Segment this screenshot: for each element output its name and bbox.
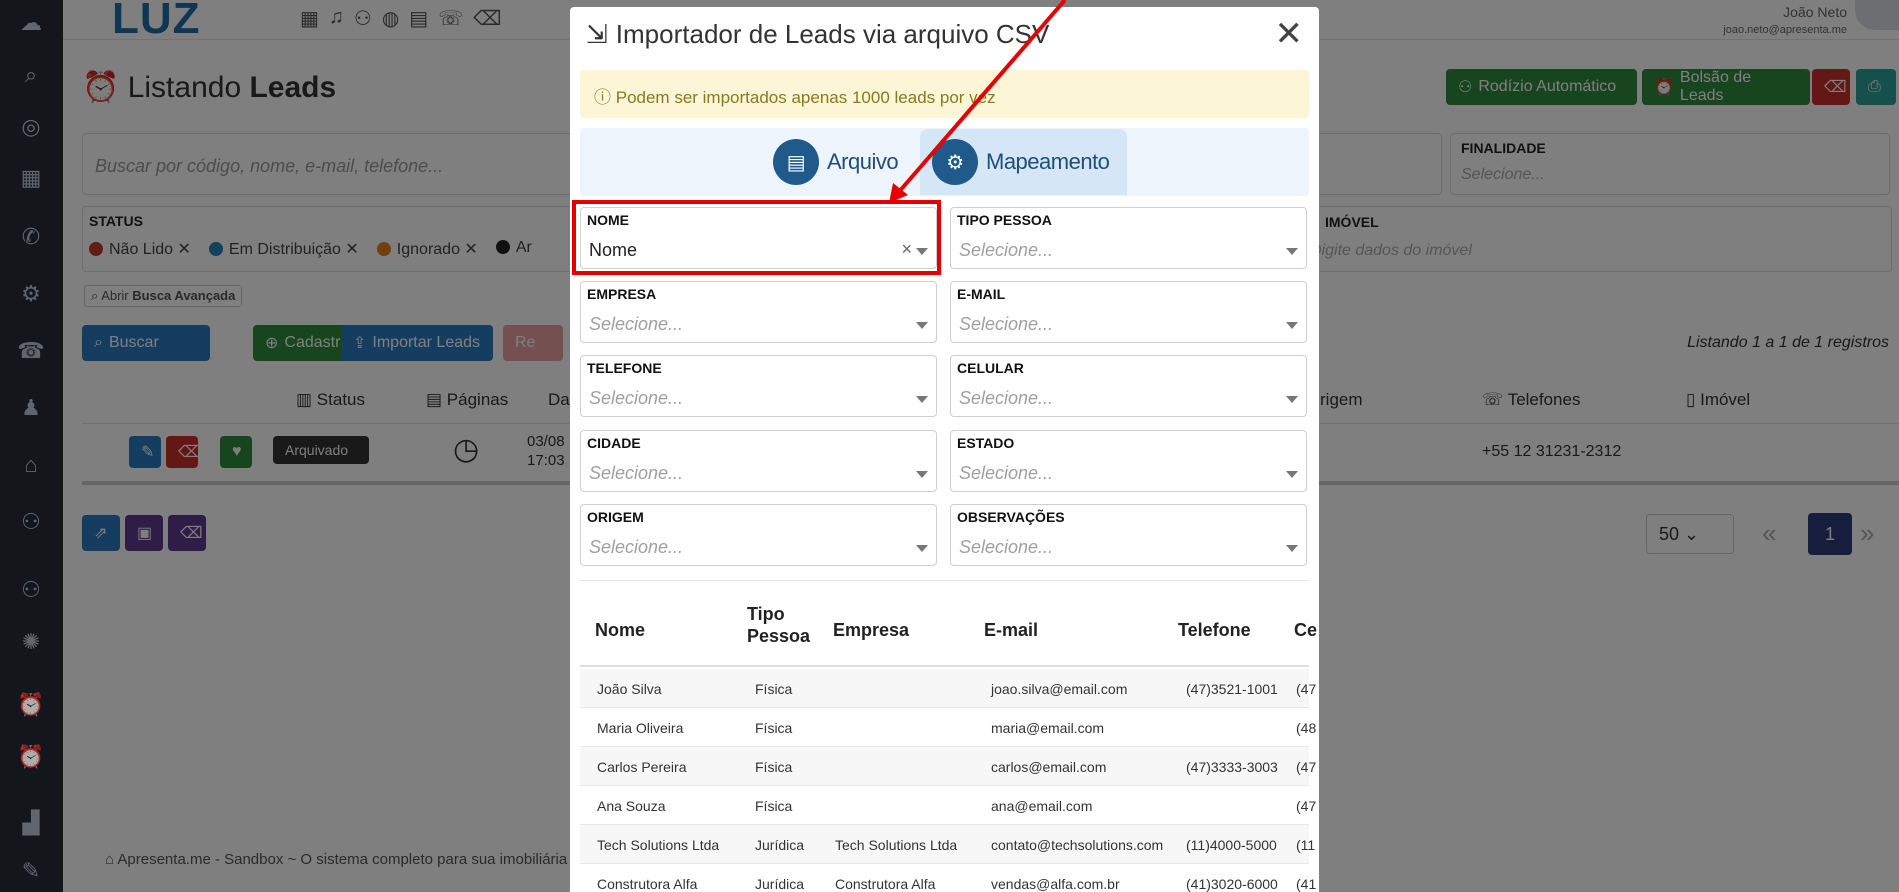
annotation-arrow [889,0,1067,203]
arrow-line [896,0,1067,195]
